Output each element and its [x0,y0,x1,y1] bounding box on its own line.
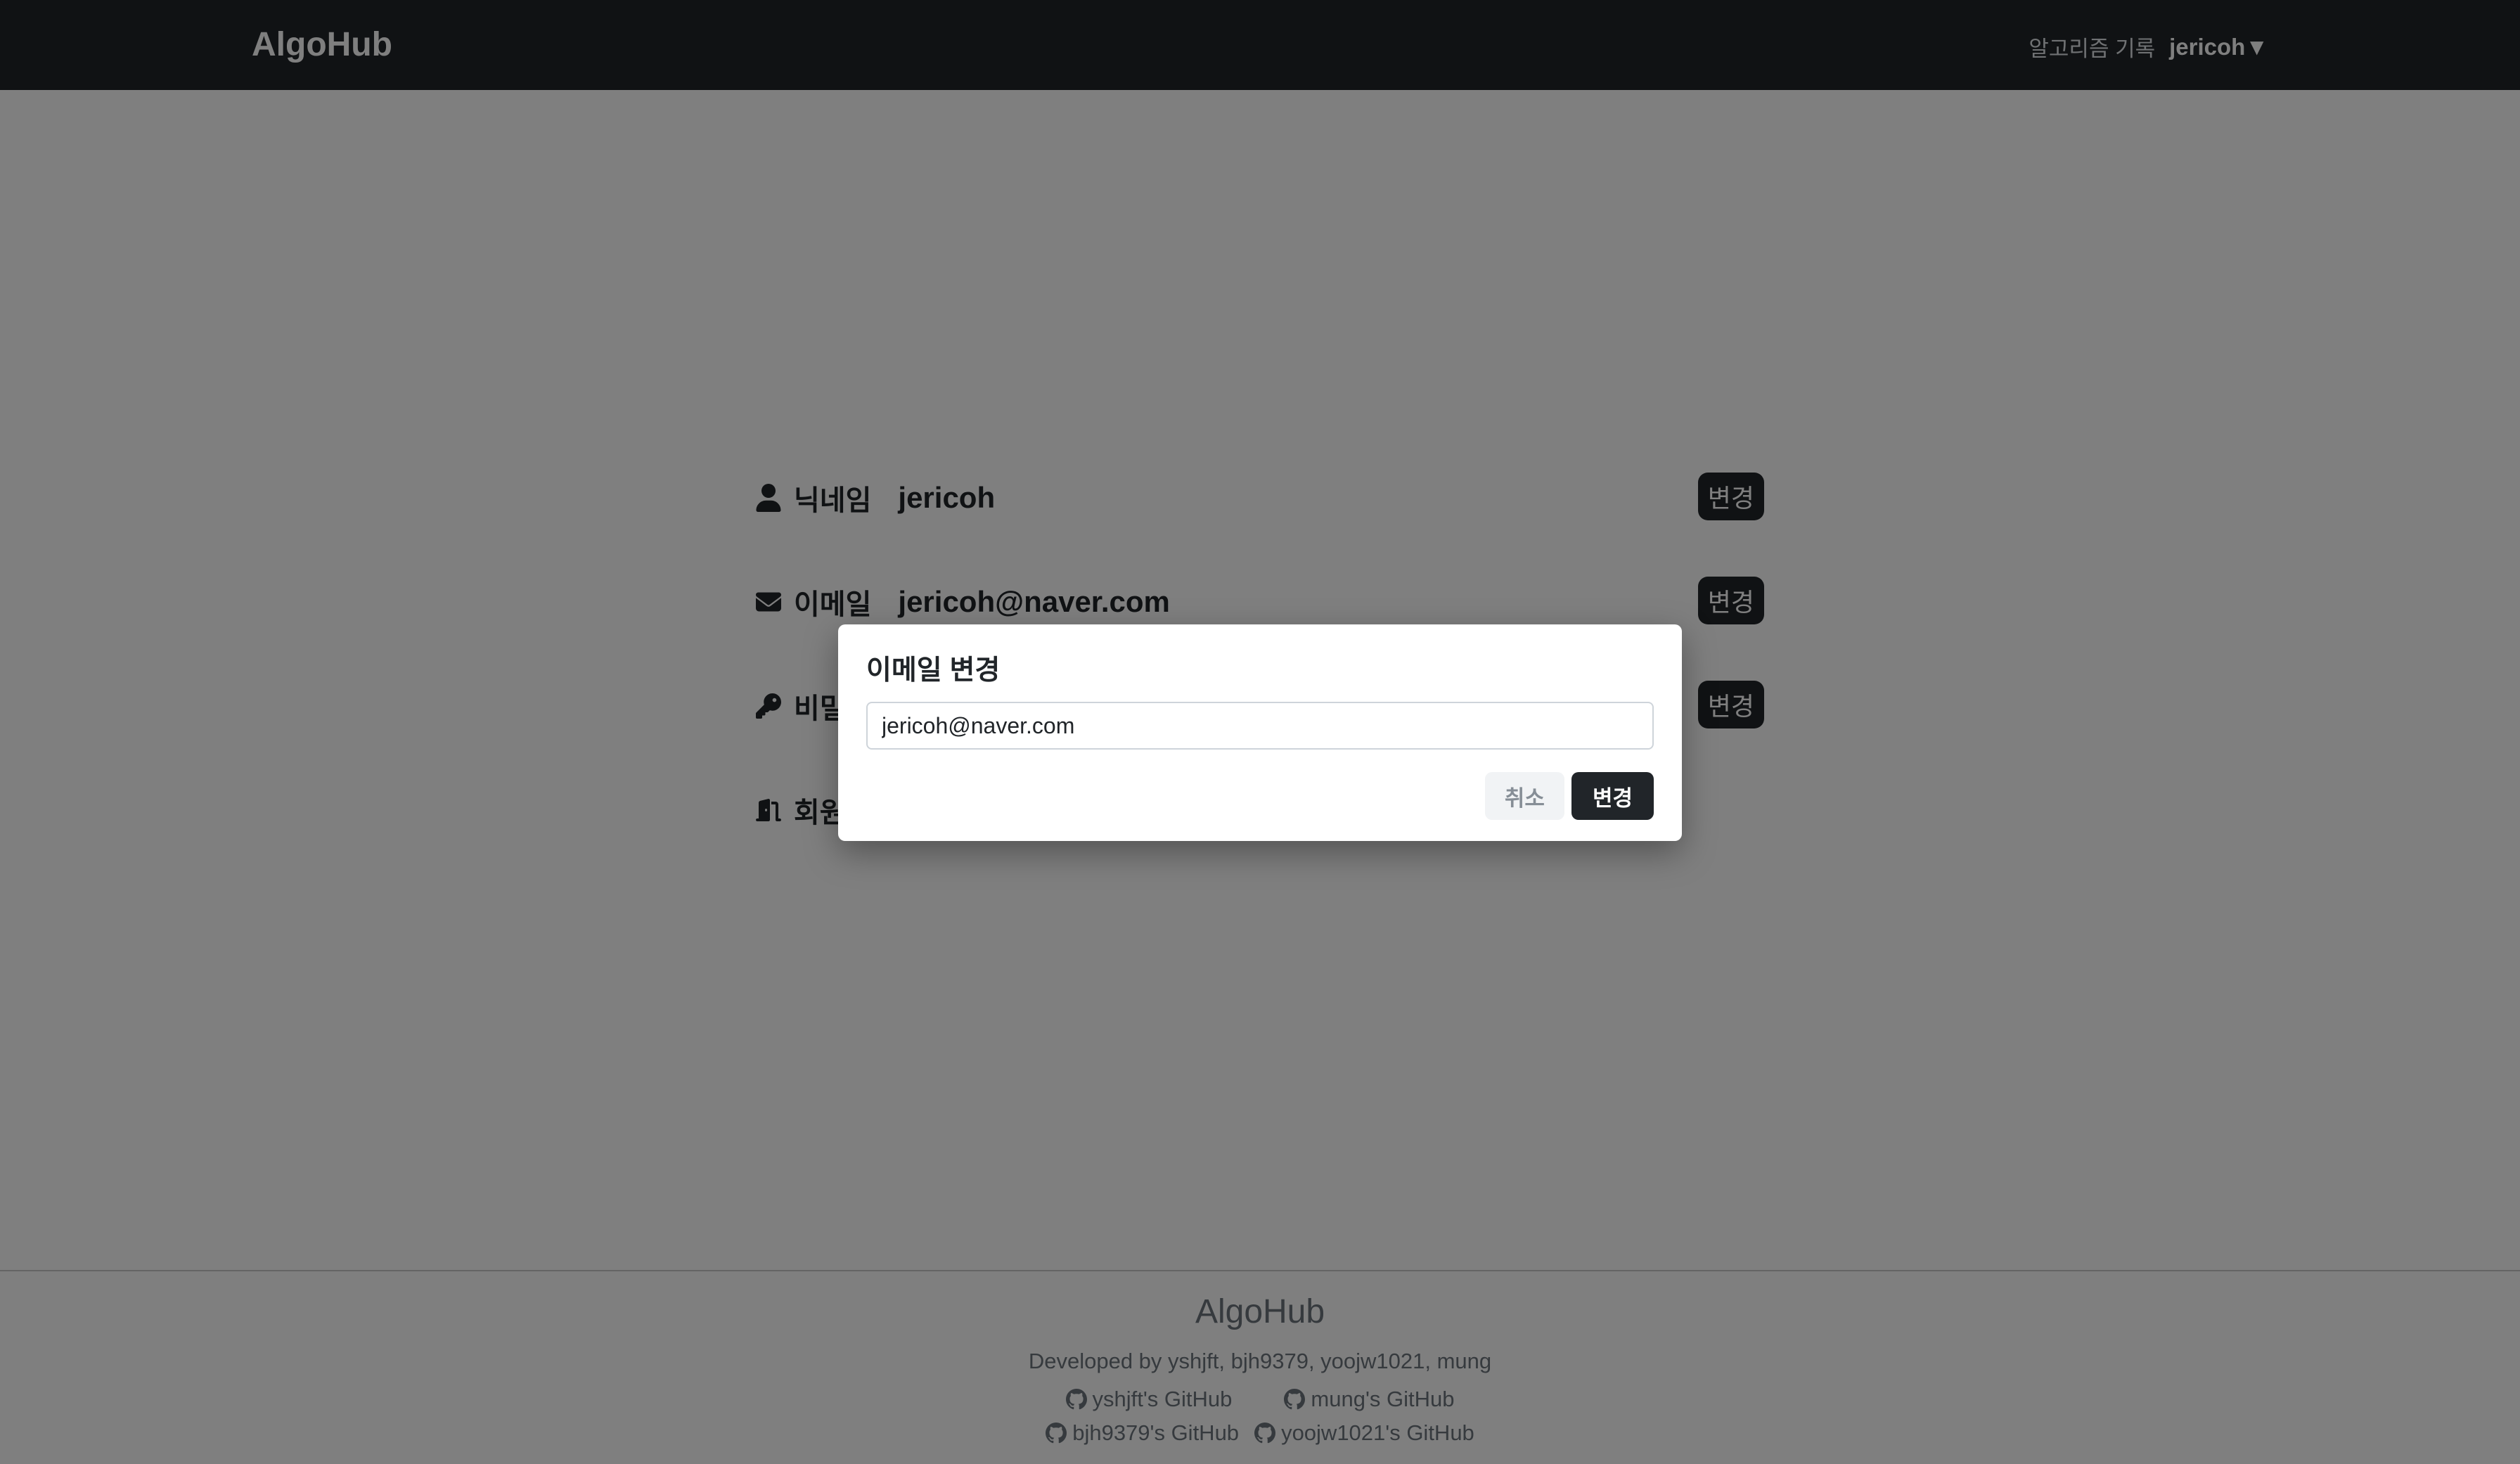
cancel-button[interactable]: 취소 [1484,772,1564,820]
email-input[interactable] [866,702,1654,750]
change-email-modal: 이메일 변경 취소 변경 [838,624,1682,841]
modal-title: 이메일 변경 [866,655,1001,686]
modal-actions: 취소 변경 [1484,772,1654,820]
confirm-change-button[interactable]: 변경 [1571,772,1654,820]
